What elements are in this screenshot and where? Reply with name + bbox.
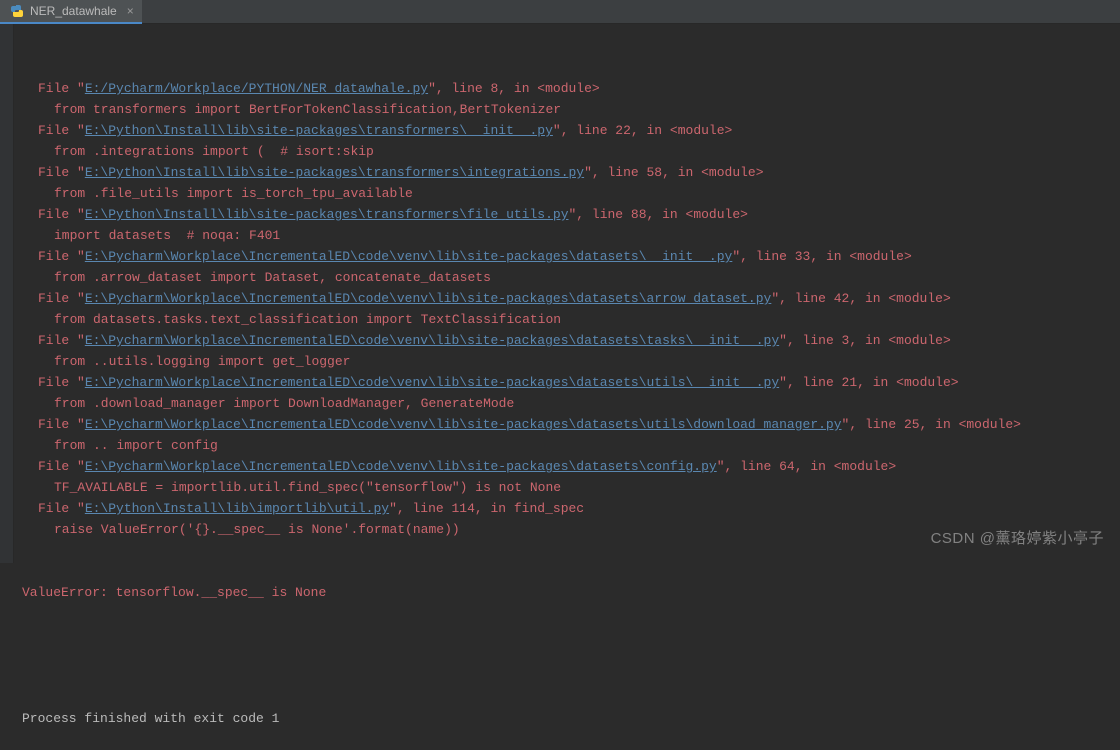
traceback-code-line: from .download_manager import DownloadMa… xyxy=(22,393,1120,414)
traceback-frame: File "E:\Python\Install\lib\site-package… xyxy=(22,204,1120,225)
traceback-file-link[interactable]: E:\Python\Install\lib\importlib\util.py xyxy=(85,501,389,516)
traceback-file-link[interactable]: E:\Python\Install\lib\site-packages\tran… xyxy=(85,207,569,222)
file-prefix: File " xyxy=(38,459,85,474)
close-icon[interactable]: × xyxy=(123,1,134,22)
process-exit-line: Process finished with exit code 1 xyxy=(22,708,1120,729)
traceback-location: ", line 22, in <module> xyxy=(553,123,732,138)
traceback-frame: File "E:\Python\Install\lib\importlib\ut… xyxy=(22,498,1120,519)
traceback-frame: File "E:\Python\Install\lib\site-package… xyxy=(22,162,1120,183)
file-prefix: File " xyxy=(38,501,85,516)
traceback-frame: File "E:\Pycharm\Workplace\IncrementalED… xyxy=(22,414,1120,435)
traceback-code-line: from .integrations import ( # isort:skip xyxy=(22,141,1120,162)
traceback-file-link[interactable]: E:\Python\Install\lib\site-packages\tran… xyxy=(85,165,584,180)
traceback-file-link[interactable]: E:\Pycharm\Workplace\IncrementalED\code\… xyxy=(85,249,733,264)
traceback-location: ", line 88, in <module> xyxy=(569,207,748,222)
traceback-location: ", line 3, in <module> xyxy=(779,333,951,348)
file-prefix: File " xyxy=(38,207,85,222)
python-file-icon xyxy=(10,4,24,18)
traceback-code-line: from .arrow_dataset import Dataset, conc… xyxy=(22,267,1120,288)
editor-tabbar: NER_datawhale × xyxy=(0,0,1120,24)
traceback-location: ", line 42, in <module> xyxy=(771,291,950,306)
traceback-block: File "E:/Pycharm/Workplace/PYTHON/NER_da… xyxy=(22,78,1120,540)
editor-tab-label: NER_datawhale xyxy=(30,1,117,22)
run-console[interactable]: File "E:/Pycharm/Workplace/PYTHON/NER_da… xyxy=(0,24,1120,750)
traceback-frame: File "E:\Python\Install\lib\site-package… xyxy=(22,120,1120,141)
blank-line xyxy=(22,645,1120,666)
traceback-location: ", line 58, in <module> xyxy=(584,165,763,180)
traceback-file-link[interactable]: E:\Pycharm\Workplace\IncrementalED\code\… xyxy=(85,375,779,390)
editor-tab[interactable]: NER_datawhale × xyxy=(0,0,142,24)
file-prefix: File " xyxy=(38,291,85,306)
file-prefix: File " xyxy=(38,249,85,264)
traceback-frame: File "E:/Pycharm/Workplace/PYTHON/NER_da… xyxy=(22,78,1120,99)
traceback-file-link[interactable]: E:\Python\Install\lib\site-packages\tran… xyxy=(85,123,553,138)
traceback-file-link[interactable]: E:\Pycharm\Workplace\IncrementalED\code\… xyxy=(85,333,779,348)
traceback-frame: File "E:\Pycharm\Workplace\IncrementalED… xyxy=(22,288,1120,309)
file-prefix: File " xyxy=(38,165,85,180)
watermark-text: CSDN @薰珞婷紫小亭子 xyxy=(931,528,1104,549)
traceback-file-link[interactable]: E:/Pycharm/Workplace/PYTHON/NER_datawhal… xyxy=(85,81,428,96)
traceback-location: ", line 21, in <module> xyxy=(779,375,958,390)
traceback-frame: File "E:\Pycharm\Workplace\IncrementalED… xyxy=(22,456,1120,477)
traceback-file-link[interactable]: E:\Pycharm\Workplace\IncrementalED\code\… xyxy=(85,291,772,306)
file-prefix: File " xyxy=(38,375,85,390)
traceback-location: ", line 33, in <module> xyxy=(732,249,911,264)
traceback-frame: File "E:\Pycharm\Workplace\IncrementalED… xyxy=(22,246,1120,267)
error-line: ValueError: tensorflow.__spec__ is None xyxy=(22,582,1120,603)
traceback-frame: File "E:\Pycharm\Workplace\IncrementalED… xyxy=(22,372,1120,393)
traceback-code-line: import datasets # noqa: F401 xyxy=(22,225,1120,246)
traceback-code-line: from transformers import BertForTokenCla… xyxy=(22,99,1120,120)
traceback-location: ", line 8, in <module> xyxy=(428,81,600,96)
traceback-code-line: from ..utils.logging import get_logger xyxy=(22,351,1120,372)
traceback-location: ", line 25, in <module> xyxy=(842,417,1021,432)
traceback-code-line: TF_AVAILABLE = importlib.util.find_spec(… xyxy=(22,477,1120,498)
traceback-code-line: from datasets.tasks.text_classification … xyxy=(22,309,1120,330)
traceback-location: ", line 114, in find_spec xyxy=(389,501,584,516)
traceback-file-link[interactable]: E:\Pycharm\Workplace\IncrementalED\code\… xyxy=(85,459,717,474)
traceback-file-link[interactable]: E:\Pycharm\Workplace\IncrementalED\code\… xyxy=(85,417,842,432)
traceback-location: ", line 64, in <module> xyxy=(717,459,896,474)
traceback-code-line: from .. import config xyxy=(22,435,1120,456)
file-prefix: File " xyxy=(38,333,85,348)
file-prefix: File " xyxy=(38,123,85,138)
file-prefix: File " xyxy=(38,417,85,432)
traceback-frame: File "E:\Pycharm\Workplace\IncrementalED… xyxy=(22,330,1120,351)
file-prefix: File " xyxy=(38,81,85,96)
traceback-code-line: from .file_utils import is_torch_tpu_ava… xyxy=(22,183,1120,204)
